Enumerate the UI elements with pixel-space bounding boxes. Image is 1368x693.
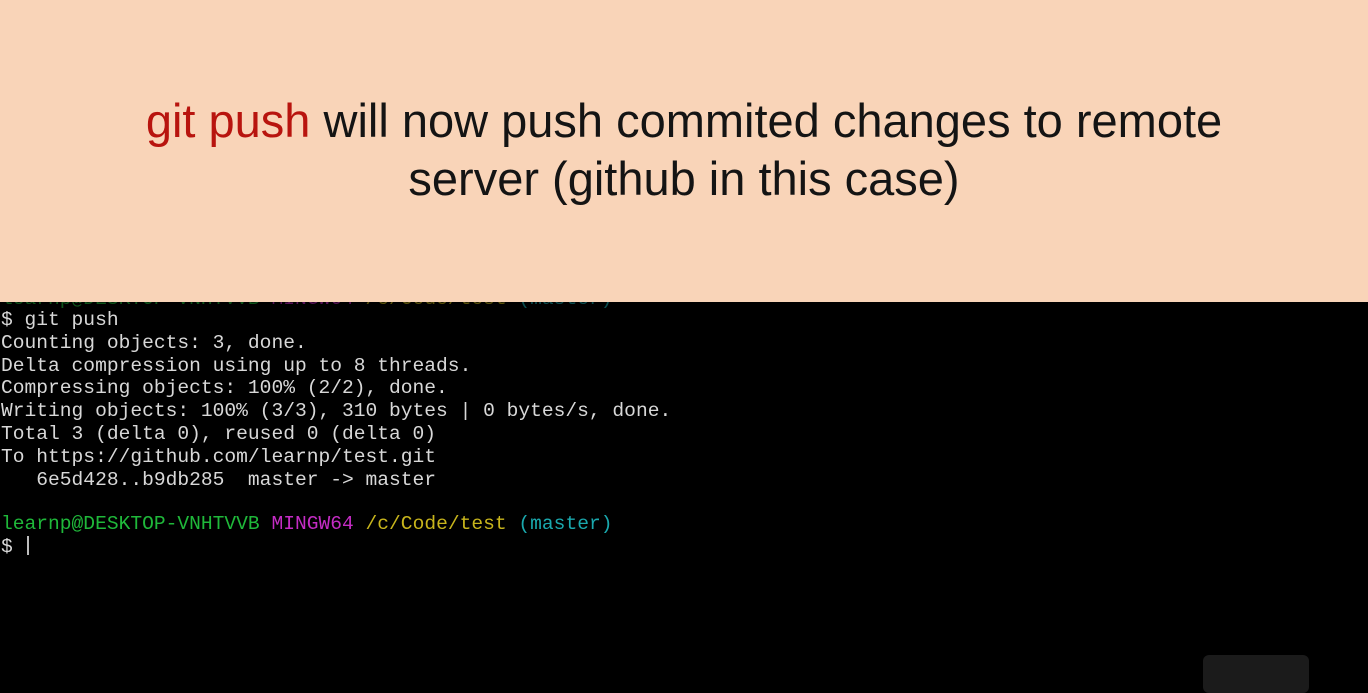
- caption-line-2: server (github in this case): [408, 152, 960, 205]
- terminal-input-line[interactable]: $: [1, 536, 29, 559]
- caption-text: git push will now push commited changes …: [0, 92, 1368, 208]
- caption-line-1: git push will now push commited changes …: [0, 92, 1368, 150]
- terminal-command-line: $ git push: [1, 309, 119, 331]
- prompt-branch: (master): [518, 513, 613, 535]
- terminal-output-line: Counting objects: 3, done.: [1, 332, 307, 354]
- watermark-smudge: [1203, 655, 1309, 693]
- terminal-output-line: To https://github.com/learnp/test.git: [1, 446, 437, 468]
- terminal-output-line: Total 3 (delta 0), reused 0 (delta 0): [1, 423, 437, 445]
- text-cursor: [26, 536, 29, 555]
- terminal-output-line: 6e5d428..b9db285 master -> master: [1, 469, 437, 491]
- video-frame: git push will now push commited changes …: [0, 0, 1368, 693]
- terminal-output-line: Delta compression using up to 8 threads.: [1, 355, 472, 377]
- prompt-branch: (master): [518, 302, 612, 310]
- terminal-window[interactable]: learnp@DESKTOP-VNHTVVB MINGW64 /c/Code/t…: [0, 302, 1368, 693]
- caption-banner: git push will now push commited changes …: [0, 0, 1368, 302]
- prompt-env: MINGW64: [271, 513, 354, 535]
- prompt-user-host: learnp@DESKTOP-VNHTVVB: [1, 513, 260, 535]
- prompt-path: /c/Code/test: [365, 513, 507, 535]
- prompt-path: /c/Code/test: [366, 302, 507, 310]
- terminal-output-line: Compressing objects: 100% (2/2), done.: [1, 377, 448, 399]
- caption-line-1-rest: will now push commited changes to remote: [310, 94, 1223, 147]
- input-prompt-symbol: $: [1, 536, 25, 558]
- terminal-output-line: Writing objects: 100% (3/3), 310 bytes |…: [1, 400, 672, 422]
- caption-command-highlight: git push: [145, 94, 311, 147]
- terminal-prompt: learnp@DESKTOP-VNHTVVB MINGW64 /c/Code/t…: [1, 513, 612, 536]
- prompt-env: MINGW64: [271, 302, 353, 310]
